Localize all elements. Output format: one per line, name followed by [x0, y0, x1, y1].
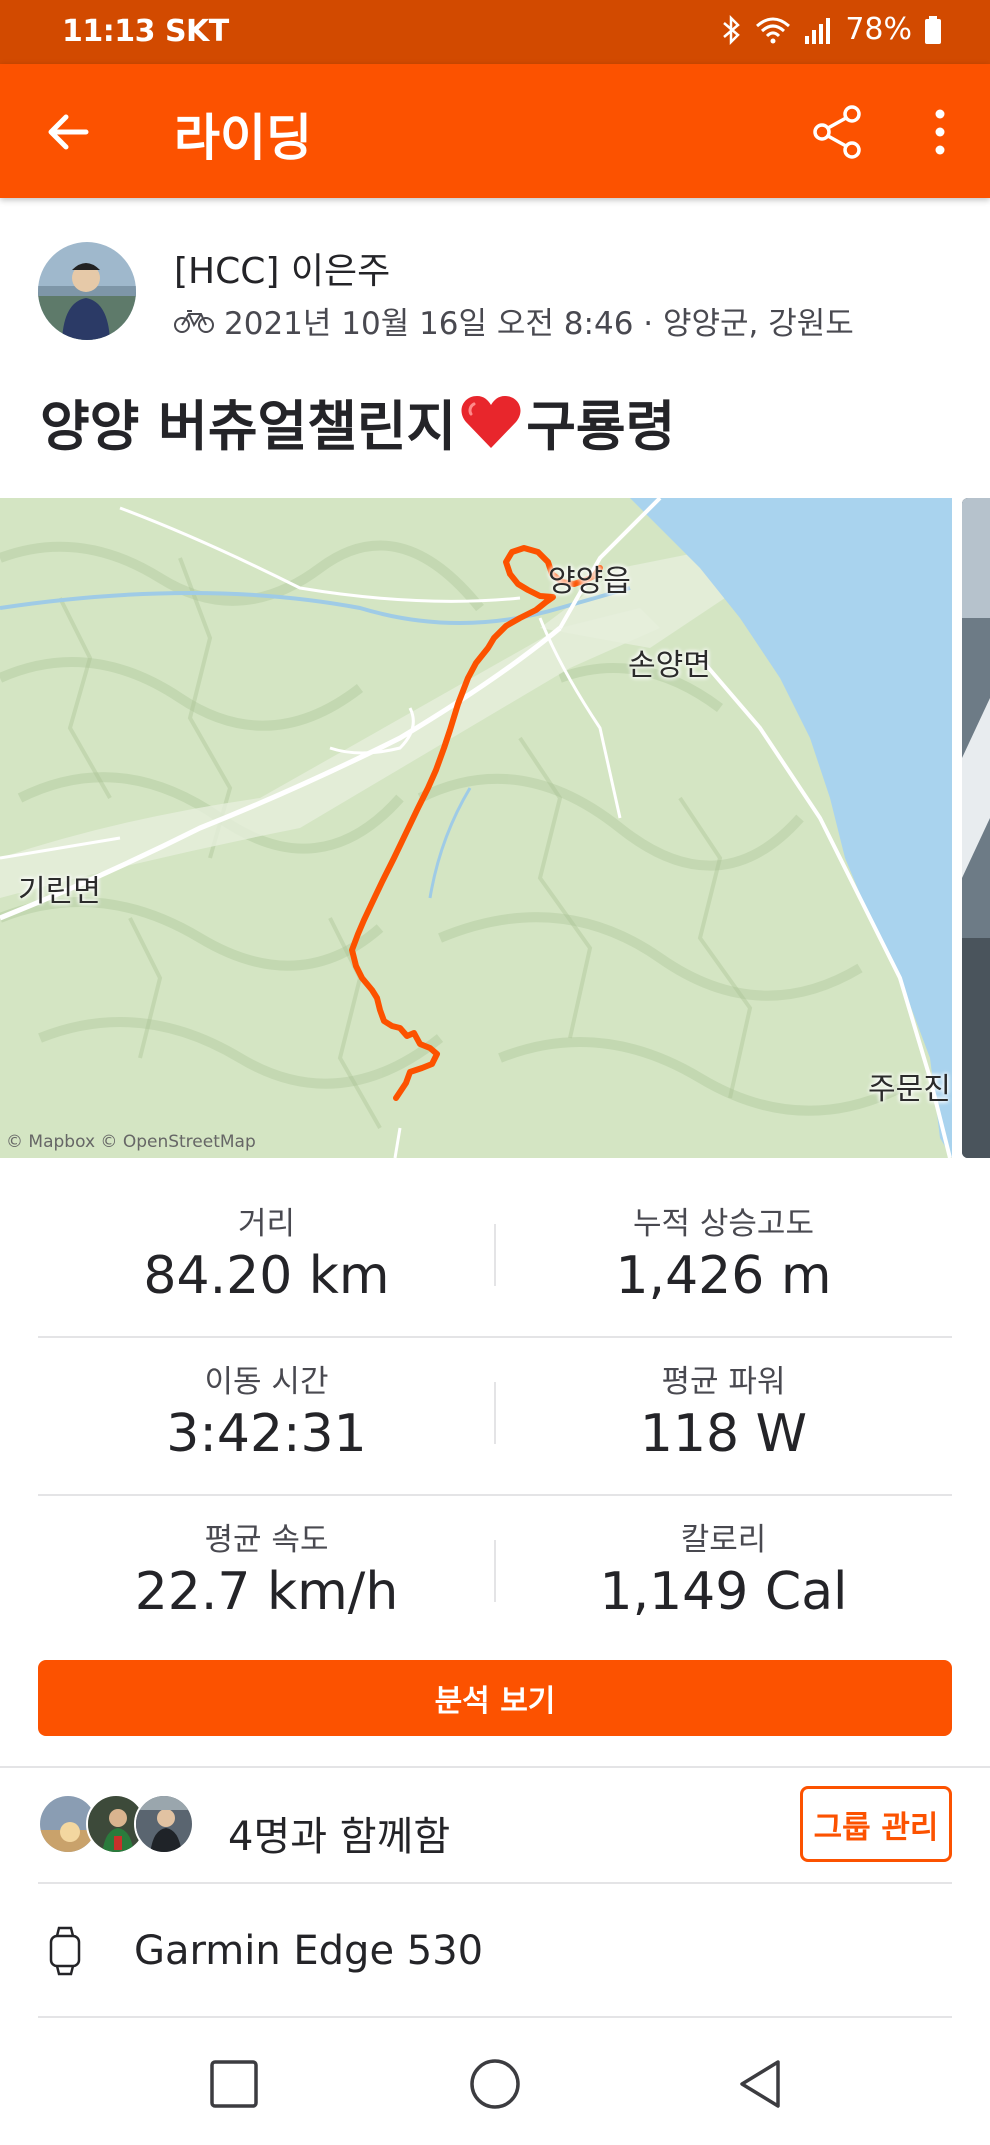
route-map[interactable]: 양양읍 손양면 기린면 주문진 © Mapbox © OpenStreetMap: [0, 498, 952, 1158]
stats-row: 이동 시간 3:42:31 평균 파워 118 W: [38, 1338, 952, 1496]
battery-icon: [925, 15, 941, 44]
page-title: 라이딩: [174, 109, 312, 167]
activity-title-part1: 양양 버츄얼챌린지: [40, 395, 457, 458]
home-button[interactable]: [463, 2052, 527, 2116]
battery-percent: 78%: [845, 12, 912, 47]
map-canvas: [0, 498, 952, 1158]
stat-label: 이동 시간: [204, 1364, 329, 1400]
activity-title: 양양 버츄얼챌린지 구룡령: [40, 382, 675, 461]
status-bar: 11:13 SKT 78%: [0, 0, 990, 64]
activity-meta: 2021년 10월 16일 오전 8:46 · 양양군, 강원도: [174, 298, 854, 343]
stat-distance: 거리 84.20 km: [38, 1180, 495, 1338]
device-row: Garmin Edge 530: [38, 1886, 952, 2016]
section-divider: [0, 1766, 990, 1768]
group-count-text[interactable]: 4명과 함께함: [228, 1804, 450, 1862]
stat-value: 1,149 Cal: [599, 1562, 848, 1622]
share-icon: [813, 105, 861, 159]
map-label-girin: 기린면: [18, 874, 101, 909]
group-avatars: [38, 1794, 198, 1856]
map-label-yangyang: 양양읍: [548, 564, 631, 599]
stats-grid: 거리 84.20 km 누적 상승고도 1,426 m 이동 시간 3:42:3…: [38, 1180, 952, 1654]
map-attribution: © Mapbox © OpenStreetMap: [6, 1132, 256, 1152]
athlete-header: [HCC] 이은주 2021년 10월 16일 오전 8:46 · 양양군, 강…: [38, 242, 938, 342]
stat-value: 22.7 km/h: [134, 1562, 399, 1622]
back-button[interactable]: [40, 104, 96, 160]
view-analysis-button[interactable]: 분석 보기: [38, 1660, 952, 1736]
stats-row: 거리 84.20 km 누적 상승고도 1,426 m: [38, 1180, 952, 1338]
status-time: 11:13 SKT: [62, 14, 229, 49]
map-label-jumun: 주문진: [868, 1072, 951, 1107]
status-icons: 78%: [721, 12, 942, 47]
more-vert-icon: [935, 109, 945, 155]
more-options-button[interactable]: [920, 100, 960, 164]
system-back-button[interactable]: [728, 2052, 792, 2116]
stat-value: 118 W: [639, 1404, 808, 1464]
app-bar: 라이딩: [0, 64, 990, 198]
home-circle-icon: [470, 2059, 520, 2109]
stat-label: 평균 속도: [204, 1522, 329, 1558]
stat-calories: 칼로리 1,149 Cal: [495, 1496, 952, 1654]
athlete-name[interactable]: [HCC] 이은주: [174, 242, 390, 294]
stat-avg-speed: 평균 속도 22.7 km/h: [38, 1496, 495, 1654]
group-member-avatar: [134, 1794, 194, 1854]
system-nav-bar: [0, 2020, 990, 2145]
stat-value: 1,426 m: [615, 1246, 832, 1306]
bike-icon: [174, 309, 214, 333]
back-triangle-icon: [740, 2060, 780, 2108]
watch-icon: [49, 1926, 81, 1976]
share-button[interactable]: [806, 100, 870, 164]
stat-label: 누적 상승고도: [633, 1206, 814, 1242]
recents-button[interactable]: [202, 2052, 266, 2116]
signal-icon: [805, 17, 831, 44]
stat-elevation: 누적 상승고도 1,426 m: [495, 1180, 952, 1338]
manage-group-button[interactable]: 그룹 관리: [800, 1786, 952, 1862]
photo-thumbnail[interactable]: [962, 498, 990, 1158]
stat-value: 84.20 km: [143, 1246, 390, 1306]
group-row[interactable]: 4명과 함께함 그룹 관리: [38, 1770, 952, 1882]
map-label-sonyang: 손양면: [628, 648, 711, 683]
stat-label: 거리: [237, 1206, 296, 1242]
stat-label: 칼로리: [680, 1522, 767, 1558]
stats-row: 평균 속도 22.7 km/h 칼로리 1,149 Cal: [38, 1496, 952, 1654]
section-divider: [38, 1882, 952, 1884]
section-divider: [38, 2016, 952, 2018]
heart-icon: [461, 395, 521, 448]
activity-title-part2: 구룡령: [526, 395, 676, 458]
wifi-icon: [756, 17, 791, 43]
back-arrow-icon: [48, 114, 89, 150]
recents-icon: [210, 2060, 258, 2108]
activity-date-location: 2021년 10월 16일 오전 8:46 · 양양군, 강원도: [224, 306, 854, 342]
bluetooth-icon: [723, 14, 741, 45]
athlete-avatar[interactable]: [38, 242, 136, 340]
stat-value: 3:42:31: [166, 1404, 367, 1464]
stat-label: 평균 파워: [661, 1364, 786, 1400]
device-name: Garmin Edge 530: [134, 1928, 484, 1974]
stat-avg-power: 평균 파워 118 W: [495, 1338, 952, 1496]
stat-moving-time: 이동 시간 3:42:31: [38, 1338, 495, 1496]
